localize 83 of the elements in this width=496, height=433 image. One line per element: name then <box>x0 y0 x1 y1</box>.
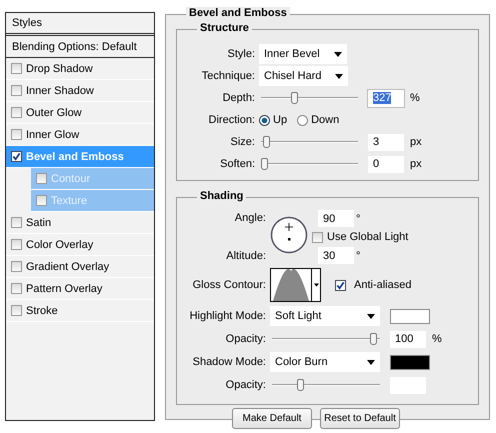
style-item[interactable]: Inner Shadow <box>6 80 154 102</box>
checkbox[interactable] <box>11 151 22 162</box>
checkbox[interactable] <box>11 261 22 272</box>
style-item[interactable]: Color Overlay <box>6 234 154 256</box>
checkbox[interactable] <box>36 195 47 206</box>
field-label: Highlight Mode: <box>188 310 266 322</box>
number-field[interactable]: 3 <box>368 134 404 150</box>
checkbox[interactable] <box>11 239 22 250</box>
color-swatch[interactable] <box>390 354 430 370</box>
style-item[interactable]: Satin <box>6 212 154 234</box>
slider[interactable] <box>272 332 380 346</box>
checkbox[interactable] <box>11 85 22 96</box>
style-item[interactable]: Stroke <box>6 300 154 322</box>
blend-mode-dropdown[interactable]: Color Burn <box>270 352 380 372</box>
style-item[interactable]: Gradient Overlay <box>6 256 154 278</box>
slider-thumb[interactable] <box>261 158 268 170</box>
radio-button[interactable] <box>259 114 270 126</box>
caret-icon <box>314 283 318 287</box>
slider-thumb[interactable] <box>297 379 304 391</box>
checkbox[interactable] <box>11 283 22 294</box>
unit-label: ° <box>356 250 360 262</box>
slider[interactable] <box>261 135 358 149</box>
field-label: Direction: <box>208 114 255 126</box>
unit-label: px <box>410 158 422 170</box>
field-label: Technique: <box>200 70 255 82</box>
number-field[interactable]: 0 <box>368 156 404 172</box>
field-label: Angle: <box>234 212 266 224</box>
field-label: Gloss Contour: <box>192 279 266 291</box>
field-label: Style: <box>226 48 255 60</box>
unit-label: px <box>410 136 422 148</box>
group-title: Bevel and Emboss <box>186 7 290 19</box>
dialog-button[interactable]: Make Default <box>232 408 312 429</box>
slider-thumb[interactable] <box>290 92 298 104</box>
blend-mode-dropdown[interactable]: Soft Light <box>270 306 380 326</box>
caret-icon <box>367 314 375 318</box>
field-label: Depth: <box>222 92 255 104</box>
number-field[interactable]: 30 <box>318 247 354 264</box>
slider-thumb[interactable] <box>262 136 270 148</box>
field-label: Soften: <box>219 158 255 170</box>
style-item[interactable]: Pattern Overlay <box>6 278 154 300</box>
radio-button[interactable] <box>297 114 308 126</box>
field-label: Size: <box>230 136 255 148</box>
caret-icon <box>334 52 342 56</box>
radio-option[interactable]: Down <box>297 114 340 126</box>
checkbox[interactable] <box>11 129 22 140</box>
checkbox-label: Use Global Light <box>327 231 408 243</box>
checkbox[interactable] <box>36 173 47 184</box>
field-label: Altitude: <box>225 250 266 262</box>
slider-thumb[interactable] <box>370 333 377 345</box>
unit-label: % <box>432 333 442 345</box>
styles-header: Styles <box>6 13 154 36</box>
dropdown[interactable]: Inner Bevel <box>259 44 347 64</box>
checkbox[interactable] <box>11 305 22 316</box>
number-field[interactable]: 90 <box>318 210 354 227</box>
unit-label: % <box>410 92 420 104</box>
style-item[interactable]: Blending Options: Default <box>6 36 154 58</box>
caret-icon <box>335 74 344 78</box>
caret-icon <box>367 360 375 364</box>
number-field[interactable]: 100 <box>390 330 426 348</box>
radio-option[interactable]: Up <box>259 114 288 126</box>
contour-picker[interactable] <box>270 268 321 302</box>
slider[interactable] <box>261 157 358 171</box>
checkbox[interactable] <box>312 232 323 242</box>
slider[interactable] <box>272 378 380 392</box>
field-label: Shadow Mode: <box>192 356 266 368</box>
field-label: Opacity: <box>224 379 266 391</box>
checkbox[interactable] <box>11 63 22 74</box>
checkbox[interactable] <box>335 280 346 290</box>
unit-label: ° <box>356 212 360 224</box>
angle-dial[interactable] <box>270 216 308 254</box>
style-item[interactable]: Outer Glow <box>6 102 154 124</box>
dropdown[interactable]: Chisel Hard <box>259 66 348 86</box>
slider[interactable] <box>261 91 358 105</box>
number-field[interactable]: 327 <box>368 90 404 106</box>
checkbox[interactable] <box>11 107 22 118</box>
group-title: Shading <box>197 190 246 202</box>
group-title: Structure <box>197 22 252 34</box>
style-item[interactable]: Drop Shadow <box>6 58 154 80</box>
checkbox-label: Anti-aliased <box>354 279 412 291</box>
color-swatch[interactable] <box>390 308 430 324</box>
checkbox[interactable] <box>11 217 22 228</box>
field-label: Opacity: <box>224 333 266 345</box>
dialog-button[interactable]: Reset to Default <box>320 408 400 429</box>
